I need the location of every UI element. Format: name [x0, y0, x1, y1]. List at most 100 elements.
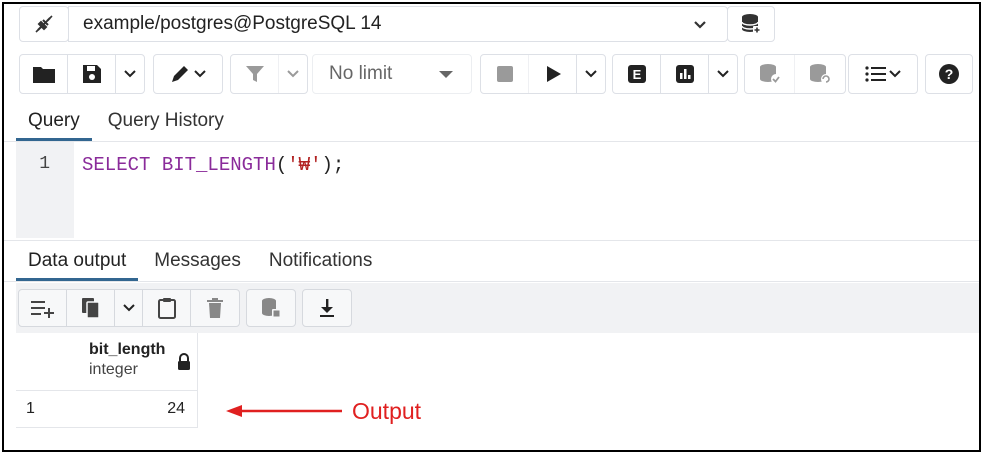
sql-editor[interactable]: 1 SELECT BIT_LENGTH('₩');: [16, 142, 979, 238]
annotation-text: Output: [352, 397, 422, 424]
code-close: );: [321, 154, 345, 176]
explain-button[interactable]: E: [613, 55, 661, 93]
connection-label: example/postgres@PostgreSQL 14: [83, 13, 382, 34]
code-open-paren: (: [275, 154, 288, 176]
execute-group: [480, 54, 606, 94]
tab-notifications[interactable]: Notifications: [257, 241, 385, 281]
grid-corner-cell: [16, 333, 80, 391]
tab-query[interactable]: Query: [16, 100, 92, 141]
database-commit-icon: [759, 64, 781, 84]
chevron-down-icon: [889, 70, 901, 78]
code-keyword: SELECT: [82, 154, 151, 176]
open-file-button[interactable]: [20, 55, 68, 93]
connection-status-button[interactable]: [19, 6, 69, 42]
code-function: BIT_LENGTH: [161, 154, 276, 176]
paste-button[interactable]: [143, 290, 191, 326]
explain-options-dropdown[interactable]: [709, 55, 737, 93]
tab-data-output[interactable]: Data output: [16, 241, 139, 281]
stop-icon: [496, 66, 513, 82]
tab-query-label: Query: [28, 109, 80, 131]
output-annotation: Output: [226, 396, 421, 426]
result-grid: bit_length integer 1 24: [16, 333, 979, 450]
play-icon: [546, 66, 561, 82]
filter-group: [230, 54, 308, 94]
data-download-group: [302, 289, 352, 327]
tab-notifications-label: Notifications: [268, 250, 373, 271]
save-options-dropdown[interactable]: [116, 55, 144, 93]
data-save-group: [246, 289, 296, 327]
tab-messages[interactable]: Messages: [142, 241, 253, 281]
triangle-down-icon: [439, 71, 453, 78]
connection-bar: example/postgres@PostgreSQL 14: [4, 4, 979, 44]
save-icon: [82, 65, 101, 83]
commit-button[interactable]: [745, 55, 795, 93]
copy-button[interactable]: [67, 290, 115, 326]
filter-dropdown[interactable]: [279, 55, 307, 93]
add-row-icon: [30, 301, 54, 318]
new-connection-button[interactable]: [727, 6, 775, 42]
explain-group: E: [612, 54, 738, 94]
column-header-bit-length[interactable]: bit_length integer: [80, 333, 198, 391]
chevron-down-icon: [585, 70, 597, 78]
help-group: ?: [925, 54, 973, 94]
help-button[interactable]: ?: [926, 55, 972, 93]
chevron-down-icon: [694, 21, 706, 29]
folder-icon: [32, 67, 55, 83]
arrow-left-icon: [226, 405, 342, 417]
macros-button[interactable]: [849, 55, 917, 93]
save-file-button[interactable]: [68, 55, 116, 93]
row-limit-select[interactable]: No limit: [313, 55, 471, 93]
save-data-button[interactable]: [247, 290, 295, 326]
transaction-group: [744, 54, 846, 94]
file-group: [19, 54, 145, 94]
list-icon: [865, 66, 886, 82]
stop-button[interactable]: [481, 55, 529, 93]
database-save-icon: [262, 298, 281, 318]
edit-group: [153, 54, 223, 94]
result-cell-value[interactable]: 24: [80, 391, 198, 428]
delete-button[interactable]: [191, 290, 239, 326]
execute-options-dropdown[interactable]: [577, 55, 605, 93]
svg-text:E: E: [632, 67, 641, 82]
pencil-icon: [172, 66, 188, 82]
help-icon: ?: [939, 64, 959, 84]
screenshot-frame: example/postgres@PostgreSQL 14 No limit …: [2, 2, 981, 452]
limit-group: No limit: [312, 54, 472, 94]
line-number: 1: [39, 154, 50, 174]
lock-icon: [178, 353, 190, 370]
chevron-down-icon: [287, 70, 299, 78]
tab-query-history-label: Query History: [107, 109, 224, 131]
rollback-button[interactable]: [795, 55, 845, 93]
editor-tabs: Query Query History: [4, 100, 979, 142]
clipboard-icon: [157, 298, 176, 319]
filter-button[interactable]: [231, 55, 279, 93]
download-icon: [320, 299, 334, 317]
line-number-gutter: 1: [16, 142, 74, 238]
code-string: '₩': [287, 154, 322, 176]
data-output-toolbar: [16, 283, 979, 333]
filter-icon: [245, 66, 264, 82]
tab-data-output-label: Data output: [28, 250, 127, 271]
tab-messages-label: Messages: [154, 250, 241, 271]
data-edit-group: [18, 289, 240, 327]
disconnect-plug-icon: [35, 15, 53, 33]
bar-chart-icon: [675, 65, 694, 83]
download-button[interactable]: [303, 290, 351, 326]
explain-icon: E: [627, 65, 646, 83]
add-row-button[interactable]: [19, 290, 67, 326]
copy-options-dropdown[interactable]: [115, 290, 143, 326]
database-icon: [741, 14, 761, 34]
code-line[interactable]: SELECT BIT_LENGTH('₩');: [82, 154, 344, 176]
connection-select[interactable]: example/postgres@PostgreSQL 14: [68, 6, 728, 42]
trash-icon: [207, 298, 223, 318]
tab-query-history[interactable]: Query History: [96, 100, 236, 141]
row-number[interactable]: 1: [16, 391, 80, 428]
chevron-down-icon: [717, 70, 729, 78]
edit-menu-button[interactable]: [154, 55, 222, 93]
row-limit-value: No limit: [329, 63, 393, 84]
explain-analyze-button[interactable]: [661, 55, 709, 93]
macros-group: [848, 54, 918, 94]
execute-button[interactable]: [529, 55, 577, 93]
svg-text:?: ?: [945, 66, 954, 82]
chevron-down-icon: [194, 70, 206, 78]
